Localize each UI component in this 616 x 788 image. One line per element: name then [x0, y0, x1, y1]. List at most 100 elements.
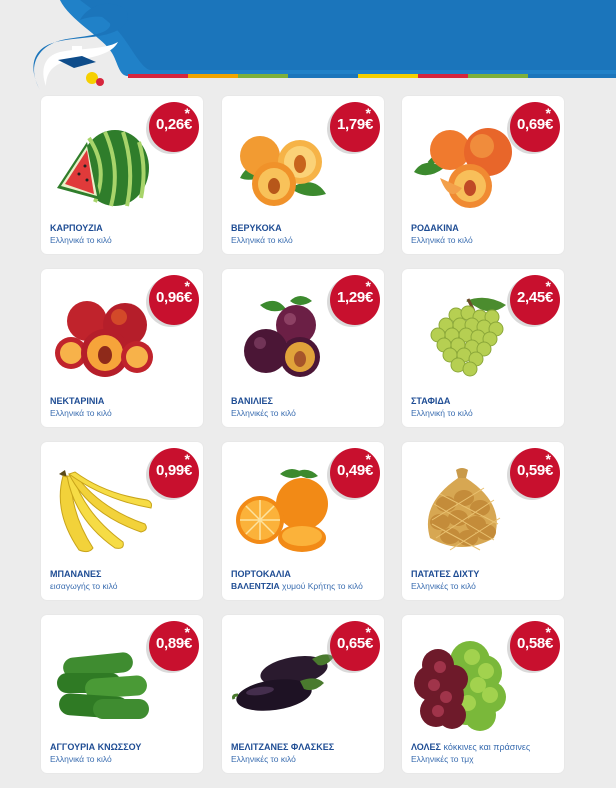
- product-name-text: ΛΟΛΕΣ: [411, 742, 441, 752]
- potato-icon: [410, 464, 516, 558]
- product-name: ΜΠΑΝΑΝΕΣ: [50, 569, 101, 579]
- orange-icon: [230, 464, 336, 558]
- product-name: ΛΟΛΕΣ κόκκινες και πράσινες: [411, 742, 530, 752]
- nectarine-icon: [49, 291, 155, 385]
- product-name-text: ΣΤΑΦΙΔΑ: [411, 396, 451, 406]
- price-badge: 0,49€ *: [330, 448, 380, 498]
- price-label: 0,89€: [155, 635, 193, 652]
- price-badge: 0,89€ *: [149, 621, 199, 671]
- asterisk-icon: *: [184, 624, 190, 640]
- asterisk-icon: *: [545, 451, 551, 467]
- product-description: ΒΑΛΕΝΤΖΙΑ χυμού Κρήτης το κιλό: [231, 581, 363, 591]
- price-badge: 0,69€ *: [510, 102, 560, 152]
- price-badge: 0,99€ *: [149, 448, 199, 498]
- cucumber-icon: [49, 637, 155, 731]
- product-description-text: Ελληνικά το κιλό: [411, 235, 473, 245]
- product-description-text: Ελληνικές το κιλό: [231, 408, 296, 418]
- price-badge: 0,58€ *: [510, 621, 560, 671]
- product-name-extra: κόκκινες και πράσινες: [440, 742, 531, 752]
- asterisk-icon: *: [545, 105, 551, 121]
- product-description-text: Ελληνικά το κιλό: [50, 754, 112, 764]
- product-name: ΝΕΚΤΑΡΙΝΙΑ: [50, 396, 104, 406]
- product-card[interactable]: 0,89€ * ΑΓΓΟΥΡΙΑ ΚΝΩΣΣΟΥ Ελληνικά το κιλό: [41, 615, 203, 773]
- product-description: Ελληνικά το κιλό: [50, 408, 112, 418]
- product-card[interactable]: 2,45€ * ΣΤΑΦΙΔΑ Ελληνική το κιλό: [402, 269, 564, 427]
- product-description-text: εισαγωγής το κιλό: [50, 581, 118, 591]
- product-name-text: ΝΕΚΤΑΡΙΝΙΑ: [50, 396, 105, 406]
- price-badge: 0,59€ *: [510, 448, 560, 498]
- product-description-text: Ελληνική το κιλό: [411, 408, 473, 418]
- product-name: ΑΓΓΟΥΡΙΑ ΚΝΩΣΣΟΥ: [50, 742, 141, 752]
- product-description: Ελληνικές το τμχ: [411, 754, 474, 764]
- product-name-text: ΜΠΑΝΑΝΕΣ: [50, 569, 102, 579]
- product-card[interactable]: 0,99€ * ΜΠΑΝΑΝΕΣ εισαγωγής το κιλό: [41, 442, 203, 600]
- page-header: [0, 0, 616, 91]
- product-description-text: Ελληνικές το τμχ: [411, 754, 474, 764]
- product-description: Ελληνικά το κιλό: [411, 235, 473, 245]
- product-card[interactable]: 0,69€ * ΡΟΔΑΚΙΝΑ Ελληνικά το κιλό: [402, 96, 564, 254]
- product-name-text: ΠΑΤΑΤΕΣ ΔΙΧΤΥ: [411, 569, 480, 579]
- apricot-icon: [230, 118, 336, 212]
- product-description: Ελληνικά το κιλό: [50, 235, 112, 245]
- product-card[interactable]: 0,58€ * ΛΟΛΕΣ κόκκινες και πράσινες Ελληνικ…: [402, 615, 564, 773]
- price-label: 0,69€: [516, 116, 554, 133]
- product-description-text: χυμού Κρήτης το κιλό: [279, 581, 363, 591]
- price-badge: 2,45€ *: [510, 275, 560, 325]
- grapes-icon: [410, 291, 516, 385]
- price-label: 1,79€: [336, 116, 374, 133]
- product-name: ΚΑΡΠΟΥΖΙΑ: [50, 223, 103, 233]
- peach-icon: [410, 118, 516, 212]
- product-name-text: ΚΑΡΠΟΥΖΙΑ: [50, 223, 103, 233]
- price-label: 0,99€: [155, 462, 193, 479]
- asterisk-icon: *: [545, 624, 551, 640]
- asterisk-icon: *: [184, 278, 190, 294]
- lettuce-icon: [410, 637, 516, 731]
- asterisk-icon: *: [184, 451, 190, 467]
- product-card[interactable]: 0,59€ * ΠΑΤΑΤΕΣ ΔΙΧΤΥ Ελληνικές το κιλό: [402, 442, 564, 600]
- price-label: 0,58€: [516, 635, 554, 652]
- header-banner: [0, 0, 616, 91]
- price-label: 1,29€: [336, 289, 374, 306]
- product-name-text: ΑΓΓΟΥΡΙΑ ΚΝΩΣΣΟΥ: [50, 742, 142, 752]
- asterisk-icon: *: [365, 278, 371, 294]
- product-description: εισαγωγής το κιλό: [50, 581, 117, 591]
- product-card[interactable]: 1,29€ * ΒΑΝΙΛΙΕΣ Ελληνικές το κιλό: [222, 269, 384, 427]
- product-name: ΠΟΡΤΟΚΑΛΙΑ: [231, 569, 291, 579]
- product-name: ΜΕΛΙΤΖΑΝΕΣ ΦΛΑΣΚΕΣ: [231, 742, 334, 752]
- price-badge: 0,65€ *: [330, 621, 380, 671]
- product-name-text: ΒΑΝΙΛΙΕΣ: [231, 396, 273, 406]
- price-label: 0,65€: [336, 635, 374, 652]
- asterisk-icon: *: [365, 624, 371, 640]
- price-badge: 1,79€ *: [330, 102, 380, 152]
- product-name: ΡΟΔΑΚΙΝΑ: [411, 223, 459, 233]
- asterisk-icon: *: [545, 278, 551, 294]
- eggplant-icon: [230, 637, 336, 731]
- price-label: 0,59€: [516, 462, 554, 479]
- product-card[interactable]: 0,49€ * ΠΟΡΤΟΚΑΛΙΑ ΒΑΛΕΝΤΖΙΑ χυμού Κρήτης τ…: [222, 442, 384, 600]
- price-label: 0,49€: [336, 462, 374, 479]
- watermelon-icon: [49, 118, 155, 212]
- product-name: ΒΑΝΙΛΙΕΣ: [231, 396, 273, 406]
- product-card[interactable]: 0,96€ * ΝΕΚΤΑΡΙΝΙΑ Ελληνικά το κιλό: [41, 269, 203, 427]
- price-label: 0,96€: [155, 289, 193, 306]
- product-card[interactable]: 1,79€ * ΒΕΡΥΚΟΚΑ Ελληνικά το κιλό: [222, 96, 384, 254]
- product-description-text: Ελληνικά το κιλό: [50, 408, 112, 418]
- product-description-text: Ελληνικές το κιλό: [231, 754, 296, 764]
- product-description: Ελληνική το κιλό: [411, 408, 473, 418]
- asterisk-icon: *: [365, 451, 371, 467]
- product-description: Ελληνικά το κιλό: [50, 754, 112, 764]
- product-name: ΠΑΤΑΤΕΣ ΔΙΧΤΥ: [411, 569, 479, 579]
- price-label: 2,45€: [516, 289, 554, 306]
- asterisk-icon: *: [365, 105, 371, 121]
- product-name-text: ΡΟΔΑΚΙΝΑ: [411, 223, 459, 233]
- product-card[interactable]: 0,26€ * ΚΑΡΠΟΥΖΙΑ Ελληνικά το κιλό: [41, 96, 203, 254]
- product-description-text: Ελληνικές το κιλό: [411, 581, 476, 591]
- product-description-text: Ελληνικά το κιλό: [50, 235, 112, 245]
- product-description: Ελληνικά το κιλό: [231, 235, 293, 245]
- price-badge: 1,29€ *: [330, 275, 380, 325]
- price-badge: 0,26€ *: [149, 102, 199, 152]
- product-name: ΣΤΑΦΙΔΑ: [411, 396, 450, 406]
- product-card[interactable]: 0,65€ * ΜΕΛΙΤΖΑΝΕΣ ΦΛΑΣΚΕΣ Ελληνικές το κιλ…: [222, 615, 384, 773]
- product-description: Ελληνικές το κιλό: [411, 581, 476, 591]
- plum-icon: [230, 291, 336, 385]
